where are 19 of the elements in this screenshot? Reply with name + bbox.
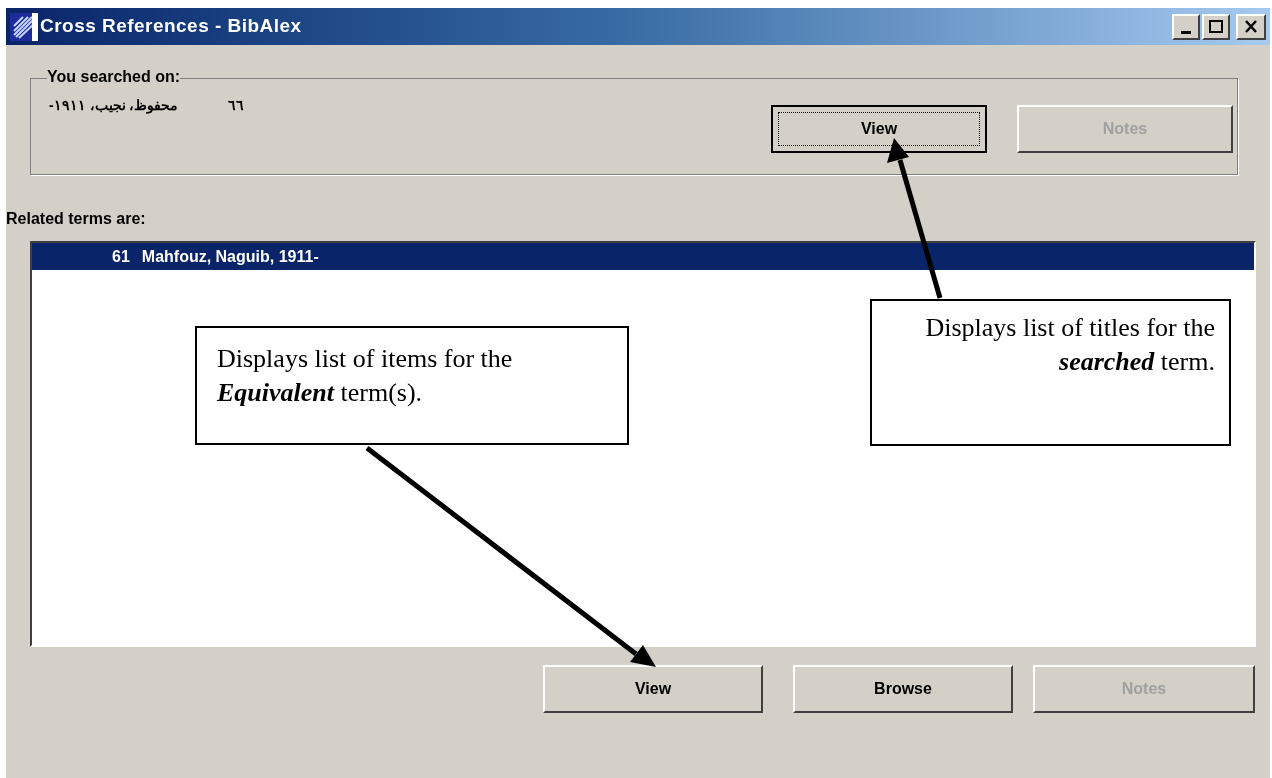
related-terms-label: Related terms are: — [6, 209, 147, 229]
app-icon — [10, 12, 38, 41]
callout: Displays list of titles for the searched term. — [870, 299, 1231, 446]
minimize-button[interactable] — [1172, 13, 1200, 40]
close-icon — [1244, 20, 1258, 33]
search-term: محفوظ، نجيب، ١٩١١- — [49, 96, 179, 116]
minimize-icon — [1181, 30, 1191, 34]
term-number: 61 — [112, 246, 130, 267]
dialog-button[interactable]: Browse — [793, 665, 1013, 713]
search-number: ٦٦ — [228, 96, 245, 115]
list-row[interactable]: 61 Mahfouz, Naguib, 1911- — [32, 243, 1254, 270]
term-name: Mahfouz, Naguib, 1911- — [141, 246, 319, 267]
dialog-button[interactable]: View — [771, 105, 987, 153]
maximize-icon — [1209, 20, 1223, 33]
callout: Displays list of items for the Equivalent term(s). — [195, 326, 629, 445]
maximize-button[interactable] — [1202, 13, 1230, 40]
window-title: Cross References - BibAlex — [40, 14, 302, 39]
dialog-button[interactable]: View — [543, 665, 763, 713]
close-button[interactable] — [1236, 13, 1266, 40]
